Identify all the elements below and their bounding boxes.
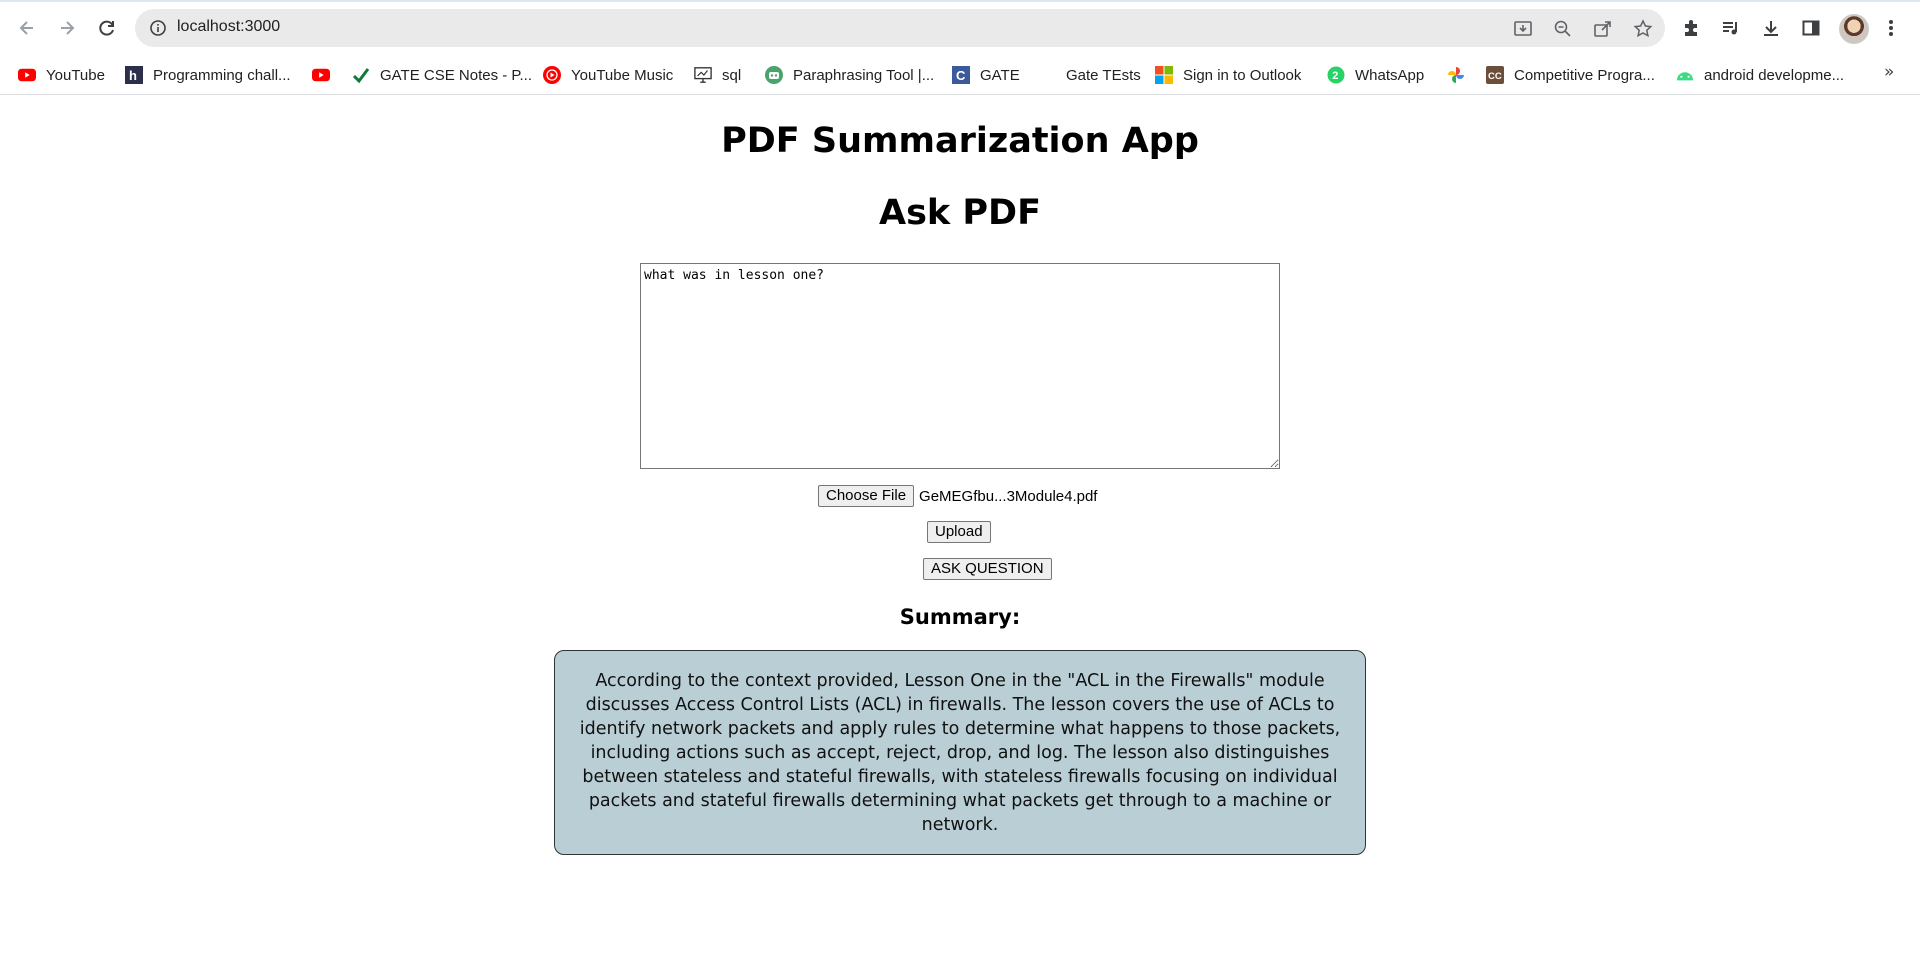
robot-icon [765, 66, 783, 84]
file-input[interactable]: Choose File GeMEGfbu...3Module4.pdf [818, 485, 1097, 507]
bookmark-competitive[interactable]: CC Competitive Progra... [1486, 56, 1655, 94]
back-arrow-icon [19, 21, 33, 35]
selected-file-name: GeMEGfbu...3Module4.pdf [919, 487, 1098, 505]
bookmark-outlook[interactable]: Sign in to Outlook [1155, 56, 1301, 94]
share-icon[interactable] [1591, 17, 1615, 41]
bookmark-label: WhatsApp [1355, 66, 1425, 84]
summary-box: According to the context provided, Lesso… [554, 650, 1366, 855]
bookmark-star-icon[interactable] [1631, 17, 1655, 41]
question-textarea[interactable]: what was in lesson one? [640, 263, 1280, 469]
menu-kebab-icon[interactable] [1879, 16, 1903, 40]
page-content: PDF Summarization App Ask PDF what was i… [0, 95, 1920, 973]
forward-arrow-icon [61, 21, 75, 35]
bookmark-youtube[interactable]: YouTube [18, 56, 105, 94]
cc-icon: CC [1486, 66, 1504, 84]
bookmarks-bar: YouTube h Programming chall... GATE CSE … [0, 56, 1920, 95]
bookmark-label: GATE [980, 66, 1020, 84]
youtube-icon [312, 66, 330, 84]
bookmark-youtube-music[interactable]: YouTube Music [543, 56, 673, 94]
site-info-icon[interactable] [149, 19, 167, 41]
back-button[interactable] [11, 12, 43, 44]
bookmark-paraphrasing[interactable]: Paraphrasing Tool |... [765, 56, 934, 94]
bookmark-label: android developme... [1704, 66, 1845, 84]
choose-file-button[interactable]: Choose File [818, 485, 915, 507]
bookmark-whatsapp[interactable]: 2 WhatsApp [1327, 56, 1424, 94]
bookmark-label: Programming chall... [153, 66, 291, 84]
summary-text: According to the context provided, Lesso… [579, 670, 1341, 835]
url-text[interactable]: localhost:3000 [177, 18, 280, 36]
bookmark-label: Paraphrasing Tool |... [793, 66, 935, 84]
pinwheel-icon [1447, 66, 1465, 84]
svg-text:C: C [956, 68, 966, 83]
tab-strip-edge [0, 0, 1920, 2]
ask-question-button[interactable]: ASK QUESTION [923, 558, 1052, 580]
zoom-icon[interactable] [1551, 17, 1575, 41]
bookmark-android[interactable]: android developme... [1676, 56, 1844, 94]
youtube-icon [18, 66, 36, 84]
bookmark-label: YouTube [46, 66, 105, 84]
svg-text:2: 2 [1332, 70, 1338, 82]
summary-heading: Summary: [899, 605, 1021, 629]
ask-pdf-heading: Ask PDF [879, 193, 1041, 233]
bookmark-gate-tests[interactable]: Gate TEsts [1066, 56, 1141, 94]
bookmark-gate-notes[interactable]: GATE CSE Notes - P... [352, 56, 532, 94]
whatsapp-icon: 2 [1327, 66, 1345, 84]
checkmark-icon [352, 66, 370, 84]
bookmark-sql[interactable]: sql [694, 56, 741, 94]
hackerrank-icon: h [125, 66, 143, 84]
youtube-music-icon [543, 66, 561, 84]
svg-text:CC: CC [1488, 71, 1502, 82]
bookmark-label: Gate TEsts [1066, 66, 1141, 84]
reload-button[interactable] [91, 12, 123, 44]
side-panel-icon[interactable] [1799, 16, 1823, 40]
bookmark-label: Sign in to Outlook [1183, 66, 1302, 84]
browser-toolbar: localhost:3000 [0, 0, 1920, 56]
forward-button[interactable] [51, 12, 83, 44]
install-app-icon[interactable] [1511, 17, 1535, 41]
bookmark-photos[interactable] [1447, 56, 1475, 94]
monitor-icon [694, 66, 712, 84]
svg-text:h: h [129, 68, 137, 83]
upload-button[interactable]: Upload [927, 521, 991, 543]
app-title: PDF Summarization App [721, 121, 1199, 161]
extensions-icon[interactable] [1679, 16, 1703, 40]
bookmark-label: YouTube Music [571, 66, 674, 84]
bookmark-label: GATE CSE Notes - P... [380, 66, 532, 84]
reload-icon [99, 20, 114, 36]
microsoft-icon [1155, 66, 1173, 84]
bookmark-label: sql [722, 66, 742, 84]
profile-avatar[interactable] [1839, 14, 1869, 44]
bookmark-label: Competitive Progra... [1514, 66, 1655, 84]
address-bar[interactable]: localhost:3000 [135, 9, 1665, 47]
bookmarks-overflow-button[interactable]: » [1884, 62, 1894, 82]
media-queue-icon[interactable] [1719, 16, 1743, 40]
bookmark-gate[interactable]: C GATE [952, 56, 1020, 94]
bookmark-youtube-2[interactable] [312, 56, 340, 94]
android-icon [1676, 66, 1694, 84]
downloads-icon[interactable] [1759, 16, 1783, 40]
c-icon: C [952, 66, 970, 84]
bookmark-programming[interactable]: h Programming chall... [125, 56, 291, 94]
